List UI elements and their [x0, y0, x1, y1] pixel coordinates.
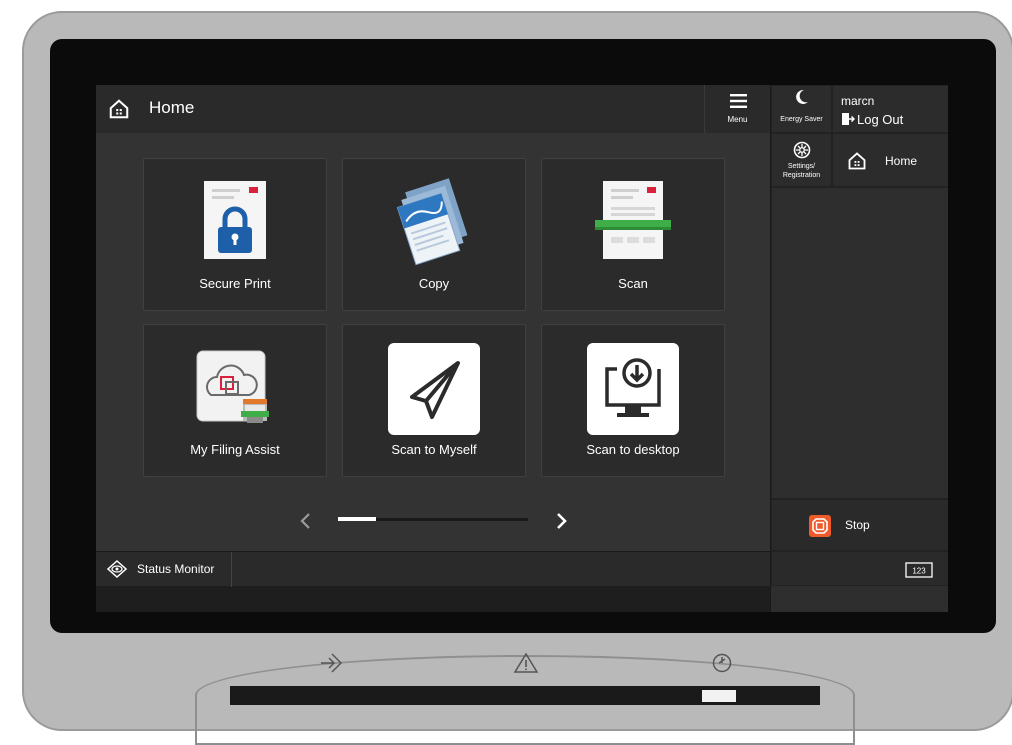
moon-icon — [796, 89, 808, 104]
status-monitor-label: Status Monitor — [137, 562, 215, 576]
tile-label: Scan — [618, 276, 648, 291]
keypad-icon: 123 — [905, 562, 933, 578]
header-bar: Home Menu — [96, 85, 770, 133]
stop-button[interactable]: Stop — [771, 499, 948, 551]
tile-scan-to-desktop[interactable]: Scan to desktop — [541, 324, 725, 477]
tile-label: Scan to desktop — [586, 442, 680, 457]
next-page-button[interactable] — [551, 510, 571, 532]
tile-label: Scan to Myself — [391, 442, 477, 457]
energy-saver-button[interactable]: Energy Saver — [771, 85, 832, 133]
slot-indicator — [702, 690, 736, 702]
status-monitor-icon — [107, 560, 127, 578]
status-monitor-button[interactable]: Status Monitor — [96, 552, 232, 587]
logout-button[interactable]: Log Out — [857, 112, 903, 127]
home-label: Home — [885, 154, 918, 168]
settings-icon — [793, 141, 811, 159]
desktop-download-icon — [587, 343, 679, 435]
username: marcn — [841, 94, 875, 108]
tile-copy[interactable]: Copy — [342, 158, 526, 311]
settings-label-line2: Registration — [782, 172, 821, 179]
energy-saver-label: Energy Saver — [780, 116, 823, 123]
login-hardware-icon[interactable] — [318, 651, 346, 675]
home-icon — [848, 152, 866, 170]
settings-registration-button[interactable]: Settings/ Registration — [771, 133, 832, 187]
tile-label: My Filing Assist — [190, 442, 280, 457]
keypad-label: 123 — [912, 567, 926, 576]
power-hardware-icon[interactable] — [708, 651, 736, 675]
home-button[interactable]: Home — [832, 133, 948, 187]
numeric-keypad-button[interactable]: 123 — [771, 551, 948, 586]
settings-label-line1: Settings/ — [787, 163, 816, 170]
warning-hardware-icon — [513, 652, 539, 673]
tile-secure-print[interactable]: Secure Print — [143, 158, 327, 311]
filing-assist-icon — [196, 350, 269, 423]
stop-icon — [809, 515, 831, 537]
tile-my-filing-assist[interactable]: My Filing Assist — [143, 324, 327, 477]
logout-icon — [842, 113, 855, 125]
copy-icon — [396, 178, 468, 266]
right-panel: Energy Saver marcn Log Out Settings/ Reg… — [770, 85, 948, 612]
user-login-area: marcn Log Out — [832, 85, 948, 133]
right-panel-empty-area — [771, 187, 948, 499]
hamburger-icon — [730, 94, 747, 108]
secure-print-icon — [204, 181, 266, 259]
home-icon — [109, 99, 129, 119]
stop-label: Stop — [845, 518, 870, 532]
page-indicator-thumb — [338, 517, 376, 521]
status-bar: Status Monitor — [96, 551, 770, 587]
tile-scan-to-myself[interactable]: Scan to Myself — [342, 324, 526, 477]
app-grid: Secure Print Copy Scan My Filing Assist … — [96, 133, 770, 551]
tile-label: Secure Print — [199, 276, 271, 291]
paper-plane-icon — [388, 343, 480, 435]
menu-label: Menu — [727, 115, 748, 124]
menu-button[interactable]: Menu — [704, 85, 770, 133]
tile-scan[interactable]: Scan — [541, 158, 725, 311]
page-title: Home — [149, 98, 195, 117]
touchscreen: Home Menu Secure Print Copy Scan My Fili… — [96, 85, 948, 612]
previous-page-button[interactable] — [296, 510, 316, 532]
scan-icon — [595, 181, 671, 259]
tile-label: Copy — [418, 276, 450, 291]
